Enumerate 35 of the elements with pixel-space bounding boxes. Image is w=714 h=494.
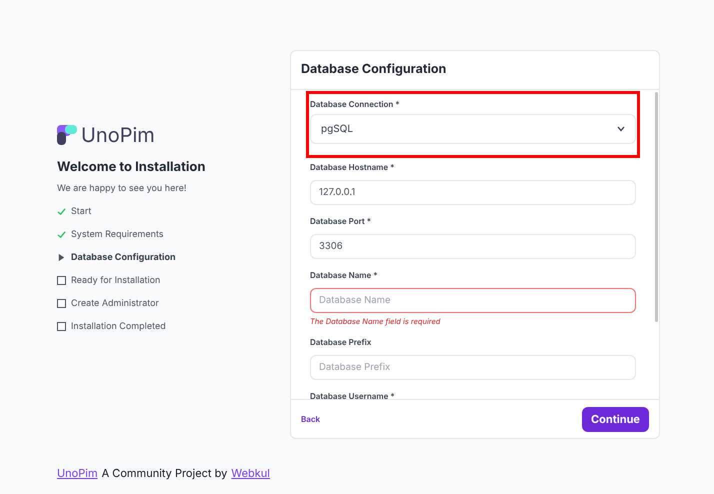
chevron-down-icon <box>617 126 625 132</box>
footer-text: A Community Project by <box>102 466 228 480</box>
field-label: Database Name * <box>310 270 379 280</box>
footer-link[interactable]: Webkul <box>231 466 270 480</box>
step-label: Database Configuration <box>71 252 176 263</box>
field-label: Database Prefix <box>310 337 372 347</box>
field-label: Database Port * <box>310 216 372 226</box>
input-field[interactable]: 3306 <box>310 234 636 259</box>
field-label: Database Connection * <box>310 99 401 109</box>
field-label: Database Username * <box>310 391 396 399</box>
triangle-icon <box>57 253 66 262</box>
logo-icon <box>57 125 77 145</box>
card-title: Database Configuration <box>291 51 659 90</box>
checkbox-icon <box>57 322 66 331</box>
checkbox-icon <box>57 299 66 308</box>
logo-text: UnoPim <box>81 125 155 145</box>
continue-button[interactable]: Continue <box>582 406 649 432</box>
step-label: Create Administrator <box>71 298 159 309</box>
footer-link[interactable]: UnoPim <box>57 466 98 480</box>
checkbox-icon <box>57 276 66 285</box>
input-field[interactable]: 127.0.0.1 <box>310 180 636 205</box>
back-link[interactable]: Back <box>301 414 320 424</box>
select-value: pgSQL <box>321 122 353 136</box>
select-field[interactable]: pgSQL <box>310 114 636 144</box>
scrollbar[interactable] <box>655 92 658 322</box>
step-label: System Requirements <box>71 229 164 240</box>
welcome-subtitle: We are happy to see you here! <box>57 183 188 194</box>
welcome-title: Welcome to Installation <box>57 159 206 175</box>
field-label: Database Hostname * <box>310 162 396 172</box>
check-icon <box>57 230 66 239</box>
check-icon <box>57 207 66 216</box>
step-label: Installation Completed <box>71 321 166 332</box>
step-label: Ready for Installation <box>71 275 160 286</box>
step-label: Start <box>71 206 92 217</box>
input-field[interactable]: Database Name <box>310 288 636 313</box>
